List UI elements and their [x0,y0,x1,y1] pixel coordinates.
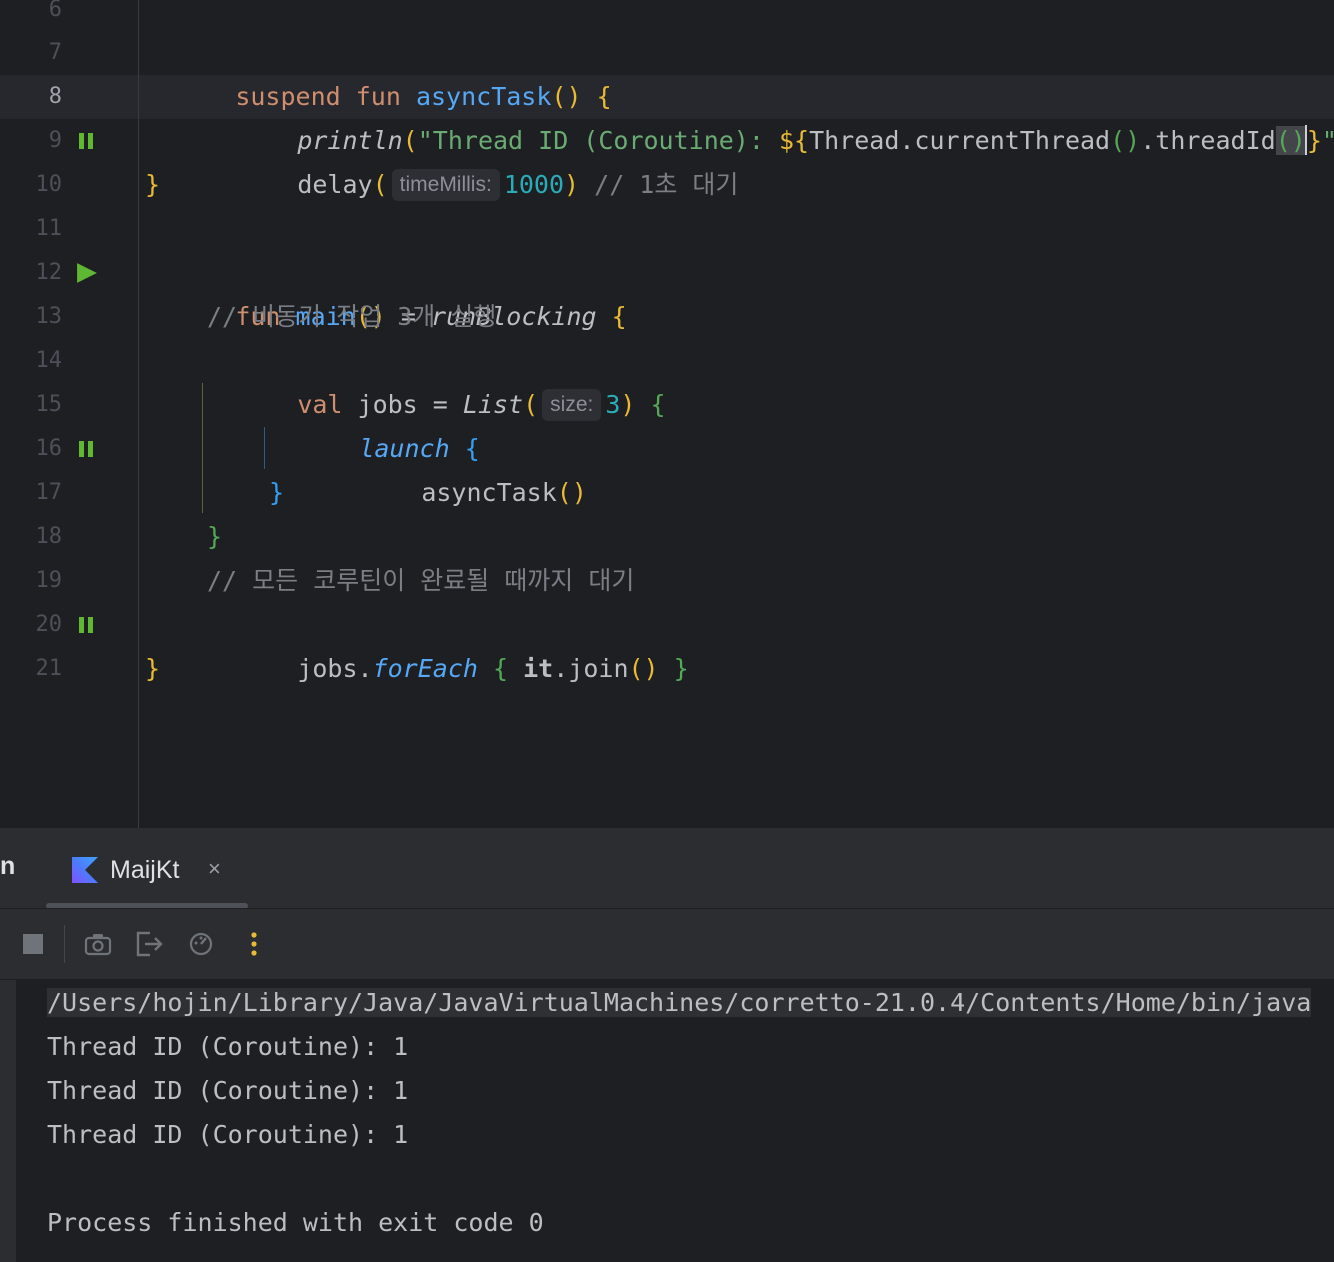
run-icon[interactable] [76,261,98,285]
line-number: 11 [35,216,63,241]
line-number: 13 [35,304,63,329]
console-command-line: /Users/hojin/Library/Java/JavaVirtualMac… [47,981,1312,1025]
kotlin-icon [72,857,98,883]
code-line: 10 } [0,163,1334,207]
code-line: 20 jobs.forEach { it.join() } [0,603,1334,683]
camera-icon [84,934,112,956]
stop-button[interactable] [18,929,48,959]
toolbar-separator [64,925,65,963]
line-number: 19 [35,568,63,593]
code-line: 9 delay(timeMillis: 1000) // 1초 대기 [0,119,1334,201]
line-number: 16 [35,436,63,461]
line-number: 7 [48,40,62,65]
more-vertical-icon [251,932,257,956]
brace: } [207,522,223,551]
brace: } [145,170,161,199]
console-line: Thread ID (Coroutine): 1 [47,1032,409,1061]
suspend-call-icon[interactable] [76,439,96,459]
console-line: Thread ID (Coroutine): 1 [47,1120,409,1149]
line-number: 20 [35,612,63,637]
code-line: 21 } [0,647,1334,691]
stop-icon [23,934,43,954]
brace: } [145,654,161,683]
profiler-icon [189,932,213,956]
code-line: 19 // 모든 코루틴이 완료될 때까지 대기 [0,559,1334,603]
code-line: 8 println("Thread ID (Coroutine): ${Thre… [0,75,1334,155]
code-line: 12 fun main() = runBlocking { [0,251,1334,331]
suspend-call-icon[interactable] [76,615,96,635]
close-icon[interactable]: × [208,856,221,882]
code-line: 11 [0,207,1334,251]
code-line: 16 asyncTask() [0,427,1334,507]
run-tool-window-header [0,828,1334,908]
line-number: 9 [48,128,62,153]
screenshot-button[interactable] [83,929,113,959]
code-line: 15 launch { [0,383,1334,463]
line-number: 14 [35,348,63,373]
exit-button[interactable] [134,929,164,959]
code-line: 6 [0,0,1334,32]
console-left-strip [0,980,16,1262]
suspend-call-icon[interactable] [76,131,96,151]
code-line: 17 } [0,471,1334,515]
comment: // 비동기 작업 3개 실행 [207,302,497,331]
line-number: 10 [35,172,63,197]
line-number: 18 [35,524,63,549]
command-path: /Users/hojin/Library/Java/JavaVirtualMac… [47,988,1312,1017]
code-line: 14 val jobs = List(size: 3) { [0,339,1334,421]
line-number: 8 [48,84,62,109]
brace: } [269,478,285,507]
code-line: 7 suspend fun asyncTask() { [0,31,1334,111]
profiler-button[interactable] [186,929,216,959]
code-line: 18 } [0,515,1334,559]
line-number: 21 [35,656,63,681]
process-finished-message: Process finished with exit code 0 [47,1208,544,1237]
line-number: 6 [48,0,62,22]
console-line: Thread ID (Coroutine): 1 [47,1076,409,1105]
exit-icon [136,931,163,957]
line-number: 17 [35,480,63,505]
comment: // 모든 코루틴이 완료될 때까지 대기 [207,566,635,595]
line-number: 15 [35,392,63,417]
code-editor[interactable]: 6 7 suspend fun asyncTask() { 8 println(… [0,0,1334,828]
more-options-button[interactable] [239,929,269,959]
code-line: 13 // 비동기 작업 3개 실행 [0,295,1334,339]
previous-tab-fragment[interactable]: n [0,852,15,881]
run-tab-maijkt[interactable]: MaijKt [72,848,179,892]
tab-label: MaijKt [110,855,180,884]
run-toolbar [0,909,1334,980]
line-number: 12 [35,260,63,285]
console-output[interactable]: /Users/hojin/Library/Java/JavaVirtualMac… [0,980,1334,1262]
